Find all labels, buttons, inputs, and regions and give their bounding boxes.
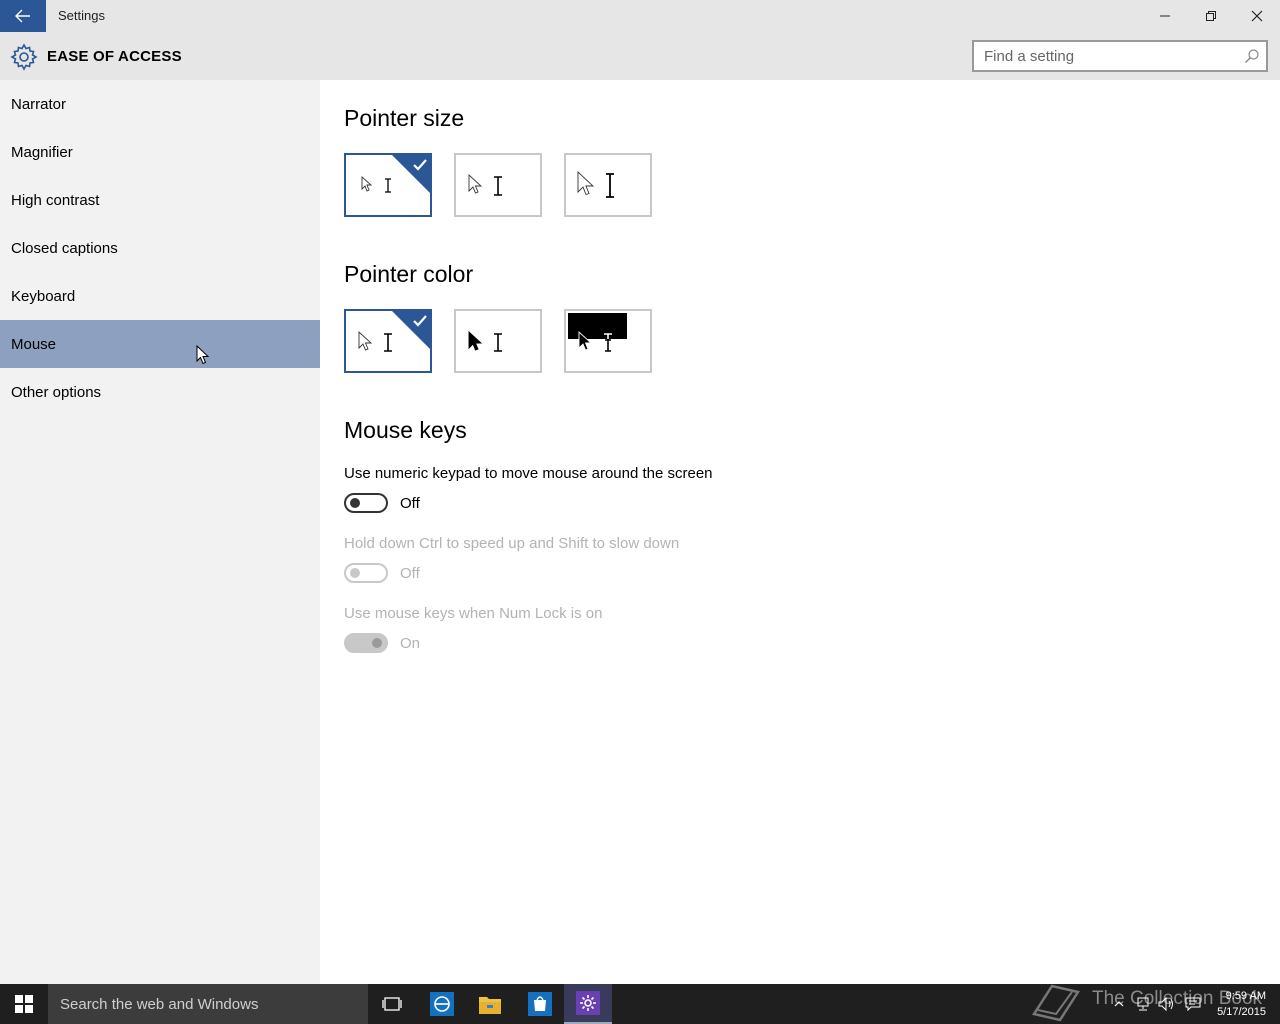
action-center-button[interactable] [1182,984,1204,1024]
num-lock-toggle [344,633,388,653]
search-input[interactable] [974,42,1234,70]
clock-time: 9:59 AM [1225,990,1266,1002]
speed-modifier-toggle [344,563,388,583]
task-view-icon [382,997,402,1011]
taskbar: Search the web and Windows The Collectio… [0,984,1280,1024]
sidebar-item-label: High contrast [11,191,100,209]
store-icon [528,992,552,1016]
pointer-size-heading: Pointer size [344,105,465,131]
sidebar-item-keyboard[interactable]: Keyboard [0,272,320,320]
section-title: EASE OF ACCESS [47,48,182,65]
restore-button[interactable] [1188,0,1234,32]
window-title: Settings [58,8,105,23]
book-watermark-icon [1031,984,1081,1022]
internet-explorer-icon [430,992,454,1016]
sidebar-item-label: Keyboard [11,287,76,305]
pointer-color-inverted-option[interactable] [564,309,652,373]
volume-button[interactable] [1156,984,1178,1024]
num-lock-description: Use mouse keys when Num Lock is on [344,605,603,622]
file-explorer-icon [479,997,501,1014]
network-button[interactable] [1132,984,1154,1024]
title-bar: Settings [0,0,1280,32]
volume-icon [1158,997,1173,1011]
taskbar-settings[interactable] [564,984,612,1024]
pointer-preview-icon [568,313,627,352]
speed-modifier-description: Hold down Ctrl to speed up and Shift to … [344,535,680,552]
back-button[interactable] [0,0,46,32]
show-hidden-icons-button[interactable] [1108,984,1130,1024]
taskbar-search-placeholder: Search the web and Windows [60,995,259,1013]
search-icon[interactable] [1244,48,1260,64]
minimize-button[interactable] [1142,0,1188,32]
sidebar-item-closed-captions[interactable]: Closed captions [0,224,320,272]
settings-icon [576,991,600,1015]
search-box[interactable] [972,40,1268,72]
pointer-color-heading: Pointer color [344,261,474,287]
mouse-keys-toggle-state: Off [400,495,420,512]
sidebar-item-label: Other options [11,383,102,401]
pointer-size-large-option[interactable] [564,153,652,217]
taskbar-clock[interactable]: 9:59 AM 5/17/2015 [1217,988,1266,1020]
toggle-knob [372,638,382,648]
taskbar-store[interactable] [516,984,564,1024]
start-button[interactable] [0,984,48,1024]
task-view-button[interactable] [368,984,416,1024]
toggle-knob [350,498,360,508]
pointer-size-small-option[interactable] [344,153,432,217]
chevron-up-icon [1114,1001,1124,1007]
taskbar-internet-explorer[interactable] [418,984,466,1024]
gear-icon [10,43,38,71]
sidebar-item-label: Narrator [11,95,67,113]
minimize-icon [1160,15,1170,17]
page-header: EASE OF ACCESS [0,32,1280,80]
sidebar-item-mouse[interactable]: Mouse [0,320,320,368]
main-content: Pointer size Pointer color Mouse keys Us… [320,80,1280,984]
restore-icon [1206,11,1216,21]
pointer-size-medium-option[interactable] [454,153,542,217]
mouse-keys-toggle[interactable] [344,493,388,513]
speed-modifier-toggle-state: Off [400,565,420,582]
sidebar-item-label: Mouse [11,335,57,353]
taskbar-search-box[interactable]: Search the web and Windows [48,984,368,1024]
sidebar-item-other-options[interactable]: Other options [0,368,320,416]
clock-date: 5/17/2015 [1217,1006,1266,1018]
arrow-left-icon [15,9,30,23]
sidebar-item-high-contrast[interactable]: High contrast [0,176,320,224]
pointer-color-white-option[interactable] [344,309,432,373]
close-icon [1251,10,1263,22]
mouse-cursor-icon [196,345,210,365]
pointer-preview-icon [577,170,614,198]
pointer-preview-icon [468,330,502,352]
num-lock-toggle-state: On [400,635,421,652]
action-center-icon [1185,997,1201,1011]
toggle-knob [350,568,360,578]
mouse-keys-heading: Mouse keys [344,417,467,443]
checkmark-icon [413,159,427,171]
checkmark-icon [413,315,427,327]
windows-logo-icon [15,995,33,1013]
mouse-keys-description: Use numeric keypad to move mouse around … [344,465,713,482]
sidebar-item-label: Closed captions [11,239,118,257]
network-icon [1137,997,1149,1011]
sidebar-item-magnifier[interactable]: Magnifier [0,128,320,176]
pointer-color-black-option[interactable] [454,309,542,373]
sidebar-item-narrator[interactable]: Narrator [0,80,320,128]
sidebar-item-label: Magnifier [11,143,73,161]
pointer-preview-icon [468,173,502,196]
close-button[interactable] [1234,0,1280,32]
sidebar: Narrator Magnifier High contrast Closed … [0,80,320,984]
taskbar-file-explorer[interactable] [466,984,514,1024]
